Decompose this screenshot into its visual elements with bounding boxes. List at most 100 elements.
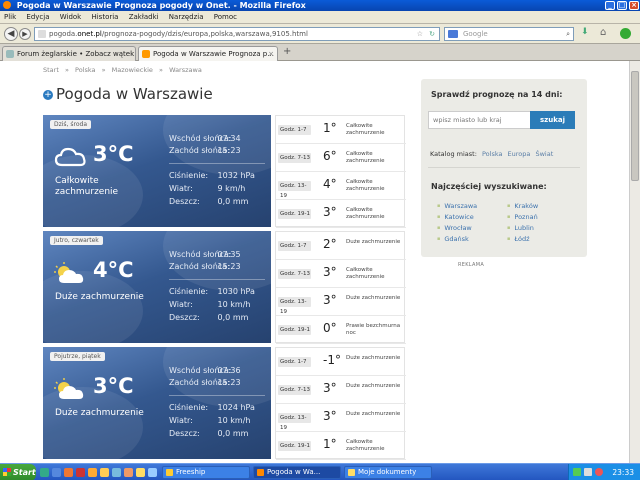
firefox-task-icon (257, 469, 264, 476)
task-freeship[interactable]: Freeship (162, 466, 250, 479)
popular-city-link[interactable]: Poznań (507, 213, 537, 221)
tab-label: Pogoda w Warszawie Prognoza p... (153, 50, 274, 58)
tray-volume-icon[interactable] (584, 468, 592, 476)
back-button[interactable]: ◀ (4, 27, 18, 41)
wind-value: 10 km/h (217, 300, 251, 309)
add-icon[interactable]: + (43, 90, 53, 100)
breadcrumb-poland[interactable]: Polska (75, 66, 96, 74)
day-card[interactable]: Dziś, środa 3°C Całkowite zachmurzenie W… (43, 115, 271, 227)
home-icon[interactable]: ⌂ (600, 27, 606, 38)
reload-icon[interactable]: ↻ (429, 28, 435, 40)
search-field[interactable]: Google ⌕ (444, 27, 574, 41)
tab-forum[interactable]: Forum żeglarskie • Zobacz wątek ... (2, 46, 136, 61)
menu-view[interactable]: Widok (56, 11, 86, 24)
period-row: Godz. 7-13 6° Całkowite zachmurzenie (276, 144, 406, 172)
popular-city-link[interactable]: Katowice (437, 213, 473, 221)
start-label: Start (13, 468, 36, 477)
page-scrollbar[interactable] (629, 61, 640, 463)
onet-favicon-icon (142, 50, 150, 58)
wind-row: Wiatr: 10 km/h (169, 300, 250, 309)
day-temperature: 3°C (93, 374, 134, 398)
rain-value: 0,0 mm (217, 197, 249, 206)
search-icon[interactable]: ⌕ (566, 28, 570, 40)
task-label: Moje dokumenty (358, 468, 417, 476)
period-temp: 3° (323, 293, 337, 307)
menu-history[interactable]: Historia (87, 11, 122, 24)
popular-city-link[interactable]: Warszawa (437, 202, 477, 210)
quicklaunch-extra-icon[interactable] (148, 468, 157, 477)
tray-antivirus-icon[interactable] (595, 468, 603, 476)
quicklaunch-firefox-icon[interactable] (64, 468, 73, 477)
rain-label: Deszcz: (169, 429, 200, 438)
quicklaunch-mail-icon[interactable] (112, 468, 121, 477)
quicklaunch-chat-icon[interactable] (124, 468, 133, 477)
period-row: Godz. 13-19 3° Duże zachmurzenie (276, 288, 406, 316)
quicklaunch-media-icon[interactable] (88, 468, 97, 477)
popular-city-link[interactable]: Gdańsk (437, 235, 468, 243)
day-card[interactable]: Pojutrze, piątek 3°C Duże zachmurzenie W… (43, 347, 271, 459)
city-search-input[interactable]: wpisz miasto lub kraj (428, 111, 532, 129)
period-row: Godz. 1-7 -1° Duże zachmurzenie (276, 348, 406, 376)
rain-value: 0,0 mm (217, 429, 249, 438)
tab-weather[interactable]: Pogoda w Warszawie Prognoza p... × (138, 46, 278, 61)
task-label: Pogoda w Wa... (267, 468, 321, 476)
search-button[interactable]: szukaj (530, 111, 575, 129)
new-tab-button[interactable]: + (283, 46, 291, 57)
catalog-link-world[interactable]: Świat (535, 150, 553, 158)
breadcrumb-mazowieckie[interactable]: Mazowieckie (112, 66, 153, 74)
period-time: Godz. 13-19 (278, 181, 311, 199)
pressure-row: Ciśnienie: 1032 hPa (169, 171, 255, 180)
minimize-button[interactable]: _ (605, 1, 615, 10)
maximize-button[interactable]: □ (617, 1, 627, 10)
pressure-value: 1030 hPa (217, 287, 255, 296)
period-time: Godz. 19-1 (278, 441, 311, 451)
popular-city-link[interactable]: Łódź (507, 235, 529, 243)
bookmark-star-icon[interactable]: ☆ (417, 28, 423, 40)
day-card[interactable]: Jutro, czwartek 4°C Duże zachmurzenie Ws… (43, 231, 271, 343)
google-icon[interactable] (448, 30, 458, 38)
menu-bookmarks[interactable]: Zakładki (125, 11, 163, 24)
quicklaunch-app-icon[interactable] (76, 468, 85, 477)
tab-close-icon[interactable]: × (268, 47, 274, 61)
freeship-icon (166, 469, 173, 476)
catalog-link-poland[interactable]: Polska (482, 150, 503, 158)
start-button[interactable]: Start (0, 464, 36, 480)
forward-button[interactable]: ▶ (19, 28, 31, 40)
scrollbar-thumb[interactable] (631, 71, 639, 181)
catalog-link-europe[interactable]: Europa (508, 150, 531, 158)
rain-value: 0,0 mm (217, 313, 249, 322)
breadcrumb-start[interactable]: Start (43, 66, 59, 74)
period-desc: Duże zachmurzenie (346, 295, 401, 301)
folder-icon (348, 469, 355, 476)
taskbar-clock[interactable]: 23:33 (612, 464, 634, 480)
popular-city-link[interactable]: Kraków (507, 202, 538, 210)
sunset-label: Zachód słońca: (169, 262, 230, 271)
pressure-row: Ciśnienie: 1030 hPa (169, 287, 255, 296)
day-label: Jutro, czwartek (50, 236, 103, 245)
period-temp: -1° (323, 353, 341, 367)
addon-icon[interactable] (620, 28, 631, 39)
popular-heading: Najczęściej wyszukiwane: (431, 182, 547, 191)
task-firefox[interactable]: Pogoda w Wa... (253, 466, 341, 479)
menu-help[interactable]: Pomoc (210, 11, 241, 24)
menu-edit[interactable]: Edycja (22, 11, 53, 24)
period-time: Godz. 19-1 (278, 325, 311, 335)
quicklaunch-browser-icon[interactable] (40, 468, 49, 477)
quicklaunch-desktop-icon[interactable] (52, 468, 61, 477)
menu-tools[interactable]: Narzędzia (165, 11, 208, 24)
downloads-icon[interactable]: ⬇ (581, 27, 589, 37)
popular-city-link[interactable]: Lublin (507, 224, 533, 232)
quicklaunch-folder-icon[interactable] (100, 468, 109, 477)
sunset-value: 15:23 (217, 378, 241, 387)
day-condition: Duże zachmurzenie (55, 292, 144, 302)
site-identity-icon[interactable] (38, 30, 46, 38)
firefox-icon (3, 1, 11, 9)
task-my-documents[interactable]: Moje dokumenty (344, 466, 432, 479)
menu-file[interactable]: Plik (0, 11, 20, 24)
quicklaunch-tool-icon[interactable] (136, 468, 145, 477)
sunrise-value: 07:34 (217, 134, 241, 143)
url-bar[interactable]: pogoda.onet.pl/prognoza-pogody/dzis/euro… (34, 27, 440, 41)
tray-network-icon[interactable] (573, 468, 581, 476)
popular-city-link[interactable]: Wrocław (437, 224, 471, 232)
close-button[interactable]: × (629, 1, 639, 10)
